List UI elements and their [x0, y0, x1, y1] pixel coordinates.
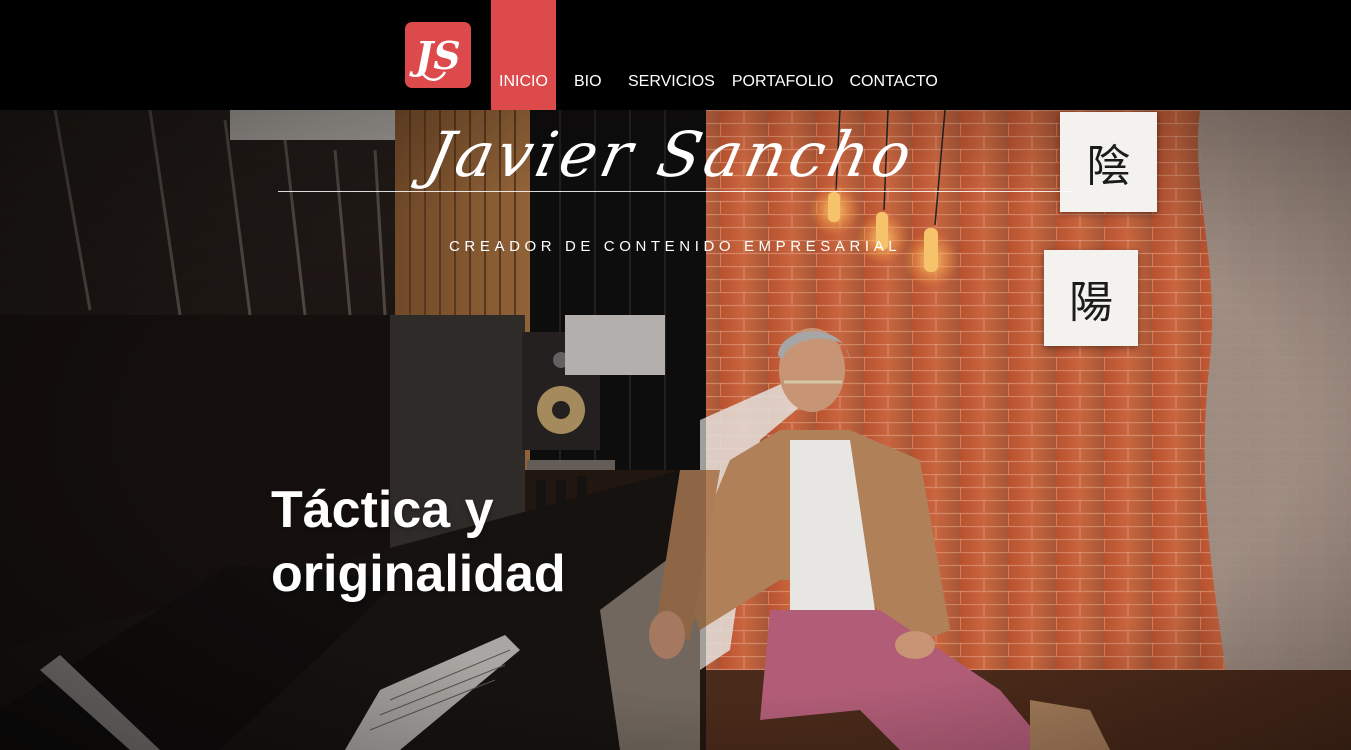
- logo-text: JS: [409, 33, 460, 78]
- signature-text: Javier Sancho: [420, 118, 922, 191]
- hero-section: 陰 陽 Javier Sancho CREADOR DE CONTENIDO E…: [0, 110, 1351, 750]
- headline-line-1: Táctica y: [271, 481, 494, 539]
- hero-headline: Táctica y originalidad: [271, 478, 566, 606]
- kanji-yang-card: 陽: [1044, 250, 1138, 346]
- js-logo-mark-icon: JS: [409, 33, 461, 81]
- nav-item-portafolio[interactable]: PORTAFOLIO: [732, 0, 834, 110]
- nav-item-servicios[interactable]: SERVICIOS: [628, 0, 715, 110]
- main-nav: INICIO BIO SERVICIOS PORTAFOLIO CONTACTO: [491, 0, 938, 110]
- js-logo[interactable]: JS: [405, 22, 471, 88]
- nav-item-inicio[interactable]: INICIO: [491, 0, 556, 110]
- nav-item-bio[interactable]: BIO: [574, 0, 610, 110]
- headline-line-2: originalidad: [271, 545, 566, 603]
- signature-divider: [278, 191, 1073, 192]
- nav-item-contacto[interactable]: CONTACTO: [850, 0, 938, 110]
- hero-subtitle: CREADOR DE CONTENIDO EMPRESARIAL: [449, 238, 902, 255]
- top-navbar: JS INICIO BIO SERVICIOS PORTAFOLIO CONTA…: [0, 0, 1351, 110]
